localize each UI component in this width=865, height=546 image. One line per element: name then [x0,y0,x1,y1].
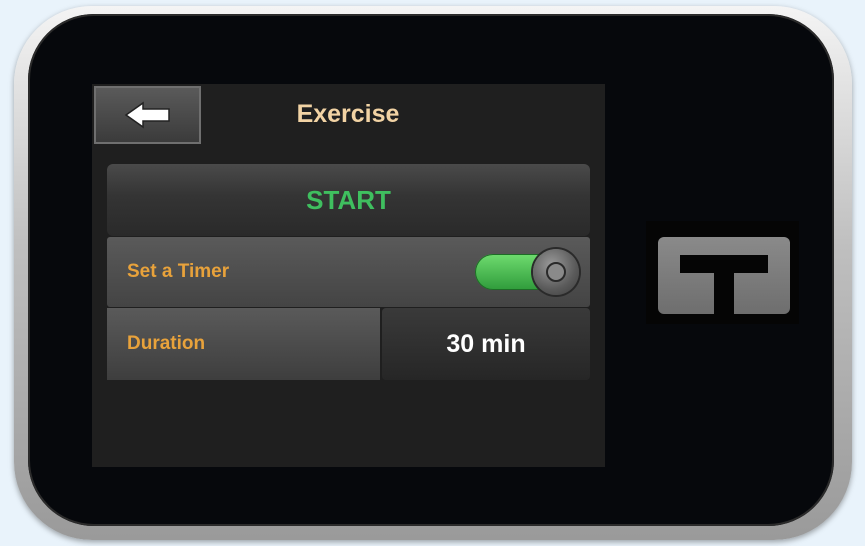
back-button[interactable] [94,86,201,144]
duration-label: Duration [127,333,206,354]
back-arrow-icon [124,101,170,129]
app-screen: Exercise START Set a Timer Duration 30 m… [92,84,605,467]
set-timer-row: Set a Timer [107,237,590,307]
toggle-knob-ring [546,262,566,282]
timer-toggle[interactable] [475,249,579,295]
toggle-knob [533,249,579,295]
screen-title: Exercise [296,100,400,128]
t-logo-icon [680,255,768,314]
start-button[interactable]: START [107,164,590,236]
t-button-face [658,237,790,314]
t-hardware-button[interactable] [646,221,799,324]
duration-row: Duration 30 min [107,308,590,380]
set-timer-label: Set a Timer [127,261,230,282]
duration-value[interactable]: 30 min [382,308,590,380]
duration-label-cell: Duration [107,308,380,380]
